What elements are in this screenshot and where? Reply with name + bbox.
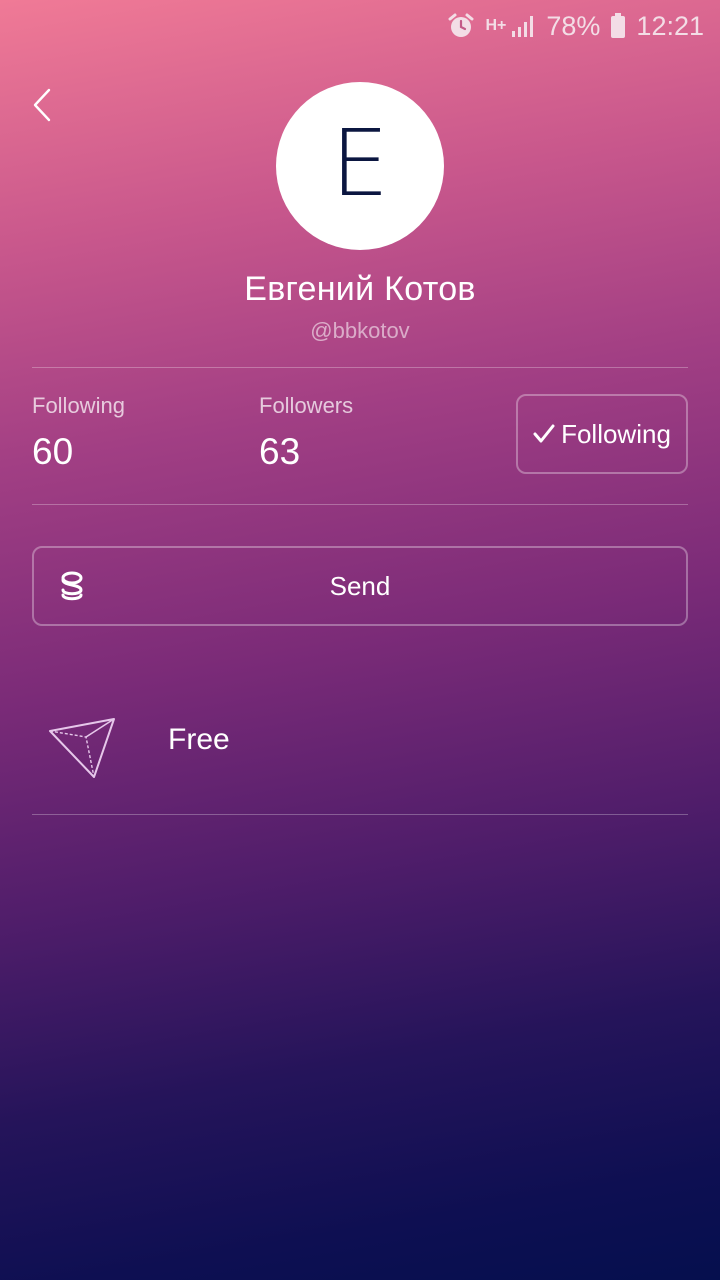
coin-icon (61, 571, 83, 601)
plan-row[interactable]: Free (32, 690, 688, 790)
profile-handle: @bbkotov (310, 318, 410, 343)
following-stat[interactable]: Following 60 (32, 393, 125, 473)
divider-middle (32, 504, 688, 505)
network-type-label: H+ (485, 17, 507, 34)
following-toggle-button[interactable]: Following (516, 394, 688, 474)
divider-bottom (32, 814, 688, 815)
battery-percent: 78% (546, 10, 601, 41)
clock: 12:21 (636, 10, 704, 41)
following-count: 60 (32, 431, 74, 472)
avatar-initial: E (330, 110, 390, 217)
avatar: E (276, 82, 444, 250)
alarm-icon (448, 13, 474, 37)
back-button[interactable] (22, 82, 62, 128)
send-button[interactable]: Send (32, 546, 688, 626)
signal-icon (512, 16, 534, 37)
plan-label: Free (168, 723, 230, 756)
divider-top (32, 367, 688, 368)
followers-count: 63 (259, 431, 301, 472)
status-bar: H+ 78% 12:21 (0, 0, 720, 52)
following-label: Following (32, 393, 125, 418)
followers-label: Followers (259, 393, 354, 418)
chevron-left-icon (33, 88, 51, 122)
check-icon (533, 424, 555, 443)
battery-icon (611, 13, 626, 38)
profile-name: Евгений Котов (244, 270, 476, 308)
following-button-label: Following (561, 418, 671, 449)
paper-plane-icon (49, 718, 115, 778)
followers-stat[interactable]: Followers 63 (259, 393, 353, 473)
send-button-label: Send (329, 570, 391, 601)
